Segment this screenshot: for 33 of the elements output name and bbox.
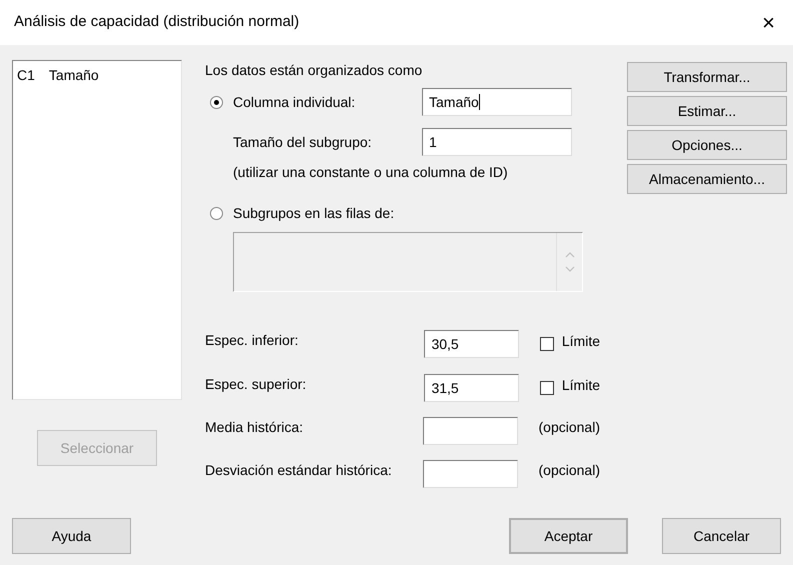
option-label[interactable]: Subgrupos en las filas de: (233, 203, 394, 224)
spec-label: Media histórica: (205, 418, 304, 437)
column-field[interactable]: Tamaño (422, 88, 572, 116)
checkbox[interactable] (540, 381, 554, 395)
checkbox-label[interactable]: Límite (562, 374, 600, 396)
action-button[interactable]: Estimar... (627, 96, 787, 126)
spec-field[interactable]: 30,5 (424, 330, 519, 358)
radio-button[interactable] (210, 207, 223, 220)
ok-button[interactable]: Aceptar (509, 518, 628, 554)
subgroup-size-field[interactable]: 1 (422, 128, 572, 156)
optional-note: (opcional) (538, 461, 600, 480)
checkbox[interactable] (540, 337, 554, 351)
variable-item[interactable]: C1 Tamaño (17, 65, 177, 86)
checkbox-label[interactable]: Límite (562, 330, 600, 352)
help-button[interactable]: Ayuda (12, 518, 131, 554)
spec-field[interactable]: 31,5 (424, 374, 519, 402)
spec-field[interactable] (423, 417, 518, 445)
cancel-button[interactable]: Cancelar (662, 518, 781, 554)
action-button[interactable]: Almacenamiento... (627, 164, 787, 194)
spec-label: Espec. superior: (205, 375, 308, 394)
hint-text: (utilizar una constante o una columna de ID) (232, 163, 509, 182)
action-button[interactable]: Opciones... (627, 130, 787, 160)
radio-button[interactable] (210, 96, 223, 108)
close-button[interactable]: × (758, 12, 779, 34)
option-label[interactable]: Columna individual: (233, 92, 356, 112)
spec-field[interactable] (423, 460, 518, 488)
window-title: Análisis de capacidad (distribución normal) (14, 12, 300, 32)
action-button[interactable]: Transformar... (627, 62, 787, 92)
spec-label: Espec. inferior: (205, 331, 300, 350)
spec-label: Desviación estándar histórica: (205, 461, 393, 480)
group-label: Los datos están organizados como (205, 61, 424, 80)
subgroup-size-label: Tamaño del subgrupo: (232, 132, 373, 152)
optional-note: (opcional) (538, 418, 600, 437)
